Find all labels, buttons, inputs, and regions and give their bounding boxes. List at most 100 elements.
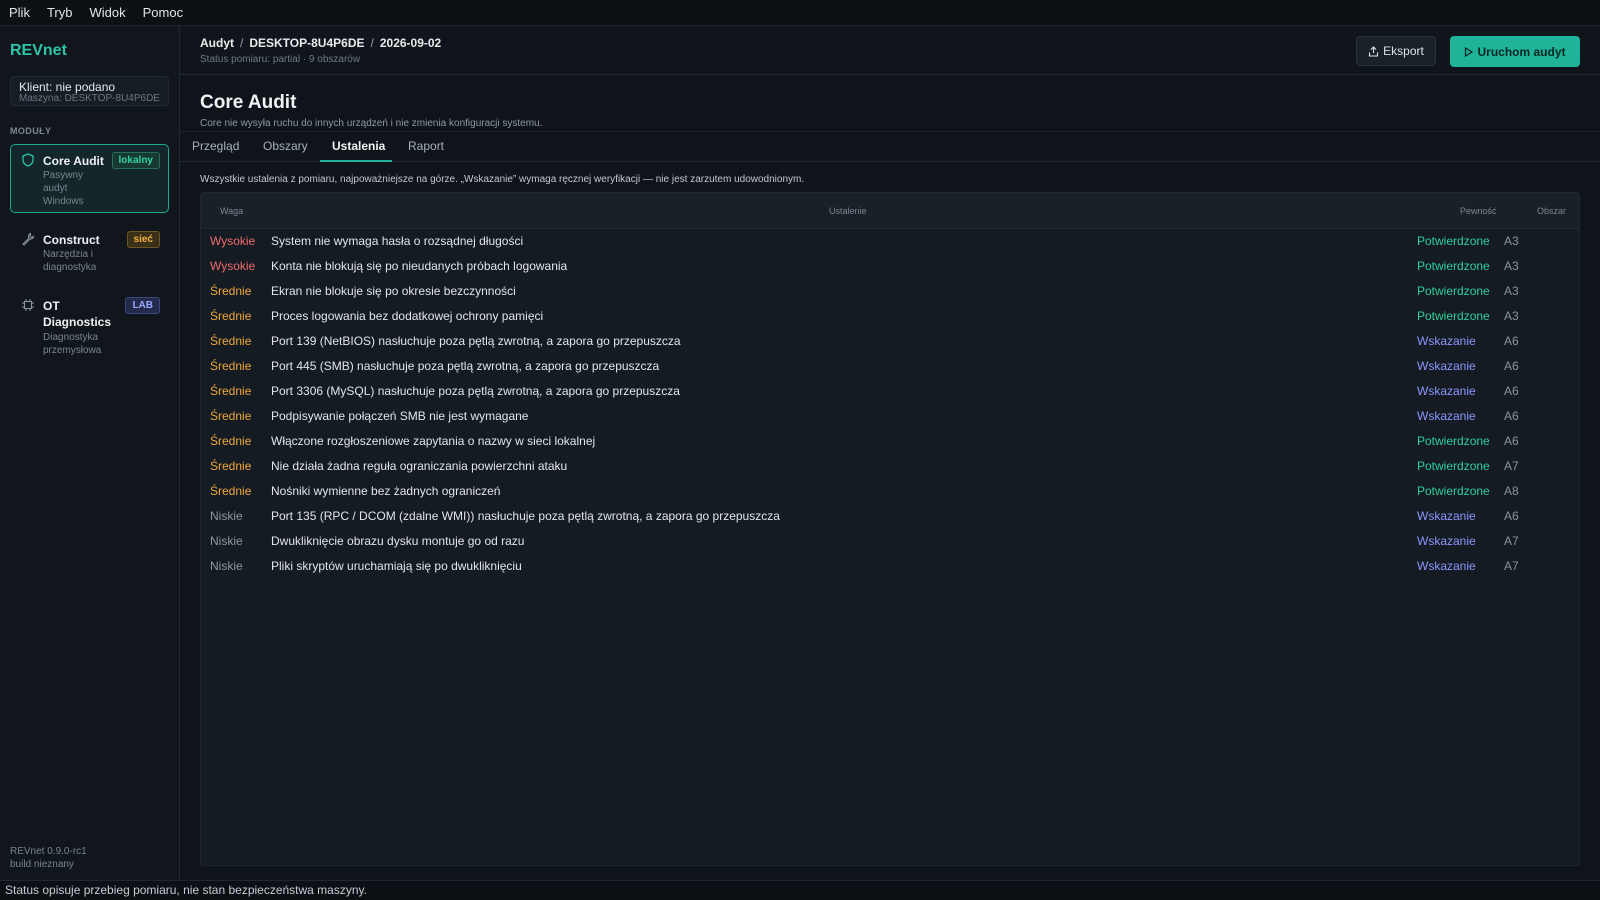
weight-cell: Niskie — [210, 559, 243, 573]
menu-help[interactable]: Pomoc — [143, 5, 183, 20]
certainty-cell: Wskazanie — [1417, 534, 1476, 548]
measurement-status: Status pomiaru: partial · 9 obszarów — [200, 54, 361, 65]
finding-cell: Włączone rozgłoszeniowe zapytania o nazw… — [271, 434, 596, 448]
column-certainty[interactable]: Pewność — [1460, 206, 1497, 216]
table-row[interactable]: Średnie Podpisywanie połączeń SMB nie jes… — [201, 405, 1579, 430]
certainty-cell: Wskazanie — [1417, 359, 1476, 373]
finding-cell: Port 135 (RPC / DCOM (zdalne WMI)) nasłu… — [271, 509, 780, 523]
modules-section-label: MODUŁY — [10, 126, 52, 136]
play-icon — [1465, 46, 1474, 57]
export-icon — [1369, 45, 1379, 57]
sidebar: REVnet Klient: nie podano Maszyna: DESKT… — [0, 26, 180, 880]
tab-areas[interactable]: Obszary — [263, 139, 308, 153]
export-label: Eksport — [1383, 44, 1424, 58]
table-row[interactable]: Niskie Dwukliknięcie obrazu dysku montuje… — [201, 530, 1579, 555]
module-sub-line: audyt — [43, 183, 68, 194]
finding-cell: Proces logowania bez dodatkowej ochrony … — [271, 309, 544, 323]
finding-cell: Nie działa żadna reguła ograniczania pow… — [271, 459, 568, 473]
tab-findings[interactable]: Ustalenia — [332, 139, 385, 153]
findings-table: Waga Ustalenie Pewność Obszar Wysokie Sys… — [200, 192, 1580, 866]
menu-view[interactable]: Widok — [89, 5, 125, 20]
table-row[interactable]: Niskie Port 135 (RPC / DCOM (zdalne WMI))… — [201, 505, 1579, 530]
status-bar: Status opisuje przebieg pomiaru, nie sta… — [0, 880, 1600, 900]
breadcrumb-date: 2026-09-02 — [379, 36, 442, 50]
sidebar-item-construct[interactable]: Construct sieć Narzędzia i diagnostyka — [10, 223, 169, 273]
tab-report[interactable]: Raport — [408, 139, 444, 153]
run-audit-button[interactable]: Uruchom audyt — [1450, 36, 1580, 67]
run-audit-label: Uruchom audyt — [1477, 44, 1566, 59]
menu-file[interactable]: Plik — [9, 5, 30, 20]
breadcrumb-audit[interactable]: Audyt — [200, 36, 234, 50]
area-cell: A6 — [1504, 384, 1519, 398]
table-row[interactable]: Wysokie System nie wymaga hasła o rozsądn… — [201, 230, 1579, 255]
finding-cell: Ekran nie blokuje się po okresie bezczyn… — [271, 284, 516, 298]
area-cell: A7 — [1504, 534, 1519, 548]
sidebar-item-ot-diagnostics[interactable]: OT Diagnostics LAB Diagnostyka przemysło… — [10, 289, 169, 359]
weight-cell: Wysokie — [210, 234, 256, 248]
column-area[interactable]: Obszar — [1537, 206, 1566, 216]
table-header: Waga Ustalenie Pewność Obszar — [201, 193, 1579, 229]
table-row[interactable]: Wysokie Konta nie blokują się po nieudany… — [201, 255, 1579, 280]
weight-cell: Średnie — [210, 484, 252, 498]
table-row[interactable]: Średnie Port 445 (SMB) nasłuchuje poza pę… — [201, 355, 1579, 380]
finding-cell: Pliki skryptów uruchamiają się po dwukli… — [271, 559, 522, 573]
table-row[interactable]: Średnie Port 3306 (MySQL) nasłuchuje poza… — [201, 380, 1579, 405]
module-sub-line: przemysłowa — [43, 345, 102, 356]
table-row[interactable]: Średnie Ekran nie blokuje się po okresie … — [201, 280, 1579, 305]
module-sub-line: Windows — [43, 196, 84, 207]
sidebar-item-core-audit[interactable]: Core Audit lokalny Pasywny audyt Windows — [10, 144, 169, 213]
weight-cell: Średnie — [210, 309, 252, 323]
certainty-cell: Wskazanie — [1417, 334, 1476, 348]
table-row[interactable]: Średnie Włączone rozgłoszeniowe zapytania… — [201, 430, 1579, 455]
breadcrumb-separator: / — [370, 36, 374, 50]
breadcrumb: Audyt / DESKTOP-8U4P6DE / 2026-09-02 — [200, 36, 441, 50]
finding-cell: Konta nie blokują się po nieudanych prób… — [271, 259, 568, 273]
tab-overview[interactable]: Przegląd — [192, 139, 239, 153]
table-row[interactable]: Średnie Port 139 (NetBIOS) nasłuchuje poz… — [201, 330, 1579, 355]
weight-cell: Średnie — [210, 284, 252, 298]
area-cell: A7 — [1504, 459, 1519, 473]
module-sub-line: Diagnostyka — [43, 332, 99, 343]
client-info: Klient: nie podano Maszyna: DESKTOP-8U4P… — [10, 76, 169, 106]
column-finding[interactable]: Ustalenie — [829, 206, 867, 216]
client-name: Klient: nie podano — [19, 80, 116, 94]
module-title: Core Audit — [43, 154, 104, 168]
module-sub-line: Narzędzia i — [43, 249, 94, 260]
area-cell: A3 — [1504, 284, 1519, 298]
column-weight[interactable]: Waga — [220, 206, 243, 216]
module-title-line: OT — [43, 299, 60, 313]
export-button[interactable]: Eksport — [1356, 36, 1436, 66]
findings-intro: Wszystkie ustalenia z pomiaru, najpoważn… — [200, 174, 805, 185]
finding-cell: Port 3306 (MySQL) nasłuchuje poza pętlą … — [271, 384, 680, 398]
table-row[interactable]: Średnie Proces logowania bez dodatkowej o… — [201, 305, 1579, 330]
table-row[interactable]: Średnie Nośniki wymienne bez żadnych ogra… — [201, 480, 1579, 505]
page-title: Core Audit — [200, 92, 297, 113]
badge-lab: LAB — [125, 297, 160, 314]
breadcrumb-machine[interactable]: DESKTOP-8U4P6DE — [249, 36, 364, 50]
table-row[interactable]: Niskie Pliki skryptów uruchamiają się po … — [201, 555, 1579, 580]
area-cell: A3 — [1504, 259, 1519, 273]
chip-icon — [22, 299, 34, 311]
certainty-cell: Potwierdzone — [1417, 234, 1490, 248]
weight-cell: Średnie — [210, 384, 252, 398]
badge-network: sieć — [126, 231, 160, 248]
weight-cell: Średnie — [210, 409, 252, 423]
menu-bar: Plik Tryb Widok Pomoc — [0, 0, 1600, 26]
certainty-cell: Potwierdzone — [1417, 484, 1490, 498]
certainty-cell: Potwierdzone — [1417, 459, 1490, 473]
area-cell: A6 — [1504, 409, 1519, 423]
version-info: REVnet 0.9.0-rc1 build nieznany — [10, 845, 87, 871]
weight-cell: Niskie — [210, 534, 243, 548]
finding-cell: Port 445 (SMB) nasłuchuje poza pętlą zwr… — [271, 359, 660, 373]
area-cell: A6 — [1504, 334, 1519, 348]
version-label: REVnet 0.9.0-rc1 — [10, 846, 87, 857]
menu-mode[interactable]: Tryb — [47, 5, 73, 20]
finding-cell: Podpisywanie połączeń SMB nie jest wymag… — [271, 409, 529, 423]
weight-cell: Średnie — [210, 359, 252, 373]
finding-cell: Port 139 (NetBIOS) nasłuchuje poza pętlą… — [271, 334, 681, 348]
brand-logo: REVnet — [10, 42, 67, 59]
tab-bar: Przegląd Obszary Ustalenia Raport — [180, 131, 1600, 162]
table-row[interactable]: Średnie Nie działa żadna reguła ogranicza… — [201, 455, 1579, 480]
badge-local: lokalny — [111, 152, 160, 169]
module-title: Construct — [43, 233, 100, 247]
